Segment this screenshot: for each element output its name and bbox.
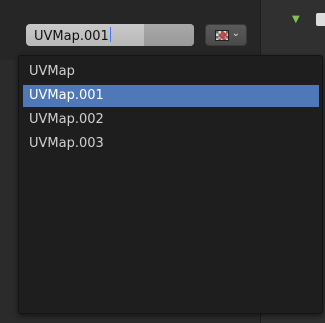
menu-item-uvmap[interactable]: UVMap	[23, 61, 319, 83]
input-tail	[144, 24, 194, 46]
panel-checkbox[interactable]	[316, 13, 325, 26]
menu-item-uvmap-002[interactable]: UVMap.002	[23, 109, 319, 131]
checker-texture-icon	[215, 30, 229, 41]
text-caret	[109, 27, 111, 42]
uv-map-dropdown-menu: UVMap UVMap.001 UVMap.002 UVMap.003	[18, 55, 323, 314]
uv-map-name-value: UVMap.001	[34, 27, 111, 44]
uv-map-name-input[interactable]: UVMap.001	[26, 24, 194, 46]
browse-uv-map-button[interactable]: ⌄	[205, 24, 247, 46]
menu-item-uvmap-001[interactable]: UVMap.001	[23, 85, 319, 107]
menu-item-uvmap-003[interactable]: UVMap.003	[23, 133, 319, 155]
header-bar: UVMap.001 ⌄	[0, 0, 260, 60]
chevron-down-icon: ⌄	[231, 28, 240, 39]
expand-triangle-icon[interactable]: ▼	[292, 14, 300, 25]
